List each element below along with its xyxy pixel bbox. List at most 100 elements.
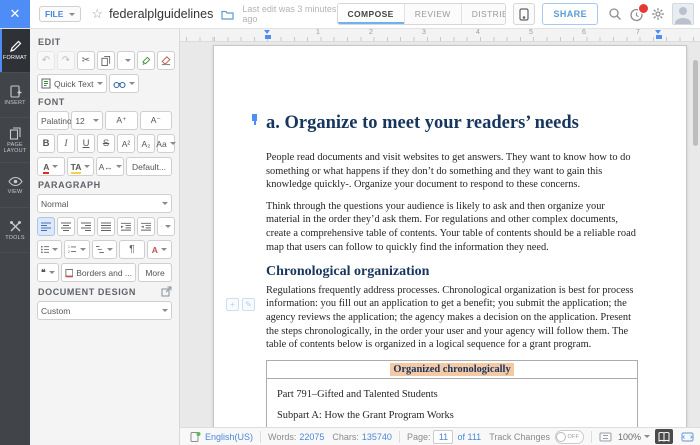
decrease-font-button[interactable]: A⁻ xyxy=(140,111,172,130)
svg-text:1: 1 xyxy=(68,245,70,249)
rail-item-view[interactable]: VIEW xyxy=(0,163,30,208)
favorite-star-icon[interactable]: ☆ xyxy=(91,6,103,22)
caret-down-icon xyxy=(162,202,168,205)
paragraph-style-select[interactable]: Normal xyxy=(37,194,172,213)
block-quote-button[interactable]: ❝ xyxy=(37,263,59,282)
web-view-button[interactable] xyxy=(678,429,696,444)
change-case-button[interactable]: Aa xyxy=(157,134,175,153)
document-title[interactable]: federalplguidelines xyxy=(109,7,213,21)
left-indent-marker[interactable] xyxy=(264,30,271,39)
document-canvas[interactable]: 1 2 3 4 5 6 7 a. Organize to meet your r… xyxy=(180,28,700,427)
indent-decrease-button[interactable] xyxy=(137,217,155,236)
caret-down-icon xyxy=(170,142,176,145)
caret-down-icon xyxy=(162,309,168,312)
strikethrough-button[interactable]: S xyxy=(97,134,115,153)
open-designs-icon[interactable] xyxy=(161,286,172,297)
increase-font-button[interactable]: A⁺ xyxy=(105,111,137,130)
search-icon[interactable] xyxy=(608,7,622,21)
subscript-button[interactable]: A₂ xyxy=(137,134,155,153)
paragraph-more-button[interactable]: More xyxy=(138,263,172,282)
drop-cap-button[interactable]: A xyxy=(147,240,172,259)
rail-item-page-layout[interactable]: PAGE LAYOUT xyxy=(0,118,30,163)
page-number-input[interactable]: 11 xyxy=(433,430,453,444)
borders-shading-button[interactable]: Borders and ... xyxy=(61,263,136,282)
tab-distribute[interactable]: DISTRIBUTE xyxy=(462,4,507,24)
justify-button[interactable] xyxy=(97,217,115,236)
format-painter-button[interactable] xyxy=(137,51,155,70)
table-row: Subpart A: How the Grant Program Works xyxy=(277,409,627,423)
character-spacing-button[interactable]: A↔ xyxy=(96,157,124,176)
settings-gear-icon[interactable] xyxy=(651,7,665,21)
language-selector[interactable]: English(US) xyxy=(205,432,253,442)
indent-increase-icon xyxy=(121,222,131,231)
notification-badge xyxy=(638,3,649,14)
document-page[interactable]: a. Organize to meet your readers’ needs … xyxy=(213,45,687,427)
toggle-state: OFF xyxy=(567,434,579,440)
add-comment-icon[interactable]: + xyxy=(226,298,239,311)
font-family-select[interactable]: Palatino Linoty... xyxy=(37,111,69,130)
quick-text-button[interactable]: Quick Text xyxy=(37,74,107,93)
italic-button[interactable]: I xyxy=(57,134,75,153)
tab-compose[interactable]: COMPOSE xyxy=(338,4,405,24)
rail-item-format[interactable]: FORMAT xyxy=(0,28,30,73)
indent-increase-button[interactable] xyxy=(117,217,135,236)
redo-button[interactable]: ↷ xyxy=(57,51,75,70)
bullet-list-button[interactable] xyxy=(37,240,62,259)
insert-page-icon xyxy=(9,85,22,98)
format-panel: EDIT ↶ ↷ ✂ Quick Text xyxy=(30,28,180,445)
right-indent-marker[interactable] xyxy=(655,30,662,39)
highlight-color-button[interactable]: TA xyxy=(67,157,95,176)
document-paragraph: Regulations frequently address processes… xyxy=(266,284,638,352)
rail-item-tools[interactable]: TOOLS xyxy=(0,208,30,253)
superscript-button[interactable]: A² xyxy=(117,134,135,153)
line-spacing-button[interactable] xyxy=(157,217,175,236)
cursor-marker-icon xyxy=(252,114,257,121)
align-right-button[interactable] xyxy=(77,217,95,236)
underline-button[interactable]: U xyxy=(77,134,95,153)
align-center-icon xyxy=(61,222,71,231)
align-left-button[interactable] xyxy=(37,217,55,236)
rail-item-insert[interactable]: INSERT xyxy=(0,73,30,118)
tab-review[interactable]: REVIEW xyxy=(405,4,462,24)
spellcheck-icon[interactable] xyxy=(190,431,201,443)
font-default-button[interactable]: Default... xyxy=(126,157,172,176)
undo-button[interactable]: ↶ xyxy=(37,51,55,70)
font-size-select[interactable]: 12 xyxy=(71,111,103,130)
horizontal-ruler[interactable]: 1 2 3 4 5 6 7 xyxy=(180,28,700,42)
user-avatar[interactable] xyxy=(672,3,694,25)
file-menu-button[interactable]: FILE xyxy=(39,6,81,22)
close-icon[interactable]: ✕ xyxy=(0,0,30,28)
top-bar: ✕ FILE ☆ federalplguidelines Last edit w… xyxy=(0,0,700,29)
clear-format-button[interactable] xyxy=(157,51,175,70)
edit-section-title: EDIT xyxy=(38,37,172,47)
bold-button[interactable]: B xyxy=(37,134,55,153)
document-heading-1: a. Organize to meet your readers’ needs xyxy=(266,112,638,134)
document-design-select[interactable]: Custom xyxy=(37,301,172,320)
folder-icon[interactable] xyxy=(221,9,234,20)
cut-button[interactable]: ✂ xyxy=(77,51,95,70)
zoom-control[interactable]: 100% xyxy=(618,432,650,442)
quick-edit-icon[interactable]: ✎ xyxy=(242,298,255,311)
paragraph-marks-button[interactable]: ¶ xyxy=(119,240,144,259)
track-changes-toggle[interactable]: OFF xyxy=(555,430,584,444)
char-count[interactable]: 135740 xyxy=(362,432,392,442)
multilevel-list-icon xyxy=(96,245,104,254)
share-button[interactable]: SHARE xyxy=(542,3,598,25)
copy-button[interactable] xyxy=(97,51,115,70)
lock-document-button[interactable] xyxy=(513,3,535,25)
caret-down-icon xyxy=(80,248,86,251)
word-count[interactable]: 22075 xyxy=(299,432,324,442)
mode-tabs: COMPOSE REVIEW DISTRIBUTE xyxy=(337,3,507,25)
margin-gutter-tools: + ✎ xyxy=(226,298,255,311)
font-color-button[interactable]: A xyxy=(37,157,65,176)
numbered-list-button[interactable]: 12 xyxy=(64,240,89,259)
vertical-scrollbar[interactable] xyxy=(693,60,698,146)
notifications-icon[interactable] xyxy=(629,7,644,22)
fit-page-icon[interactable] xyxy=(599,432,612,442)
find-replace-button[interactable] xyxy=(109,74,139,93)
page-view-button[interactable] xyxy=(655,429,673,444)
align-center-button[interactable] xyxy=(57,217,75,236)
paste-button[interactable] xyxy=(117,51,135,70)
multilevel-list-button[interactable] xyxy=(92,240,117,259)
caret-down-icon xyxy=(129,82,135,85)
